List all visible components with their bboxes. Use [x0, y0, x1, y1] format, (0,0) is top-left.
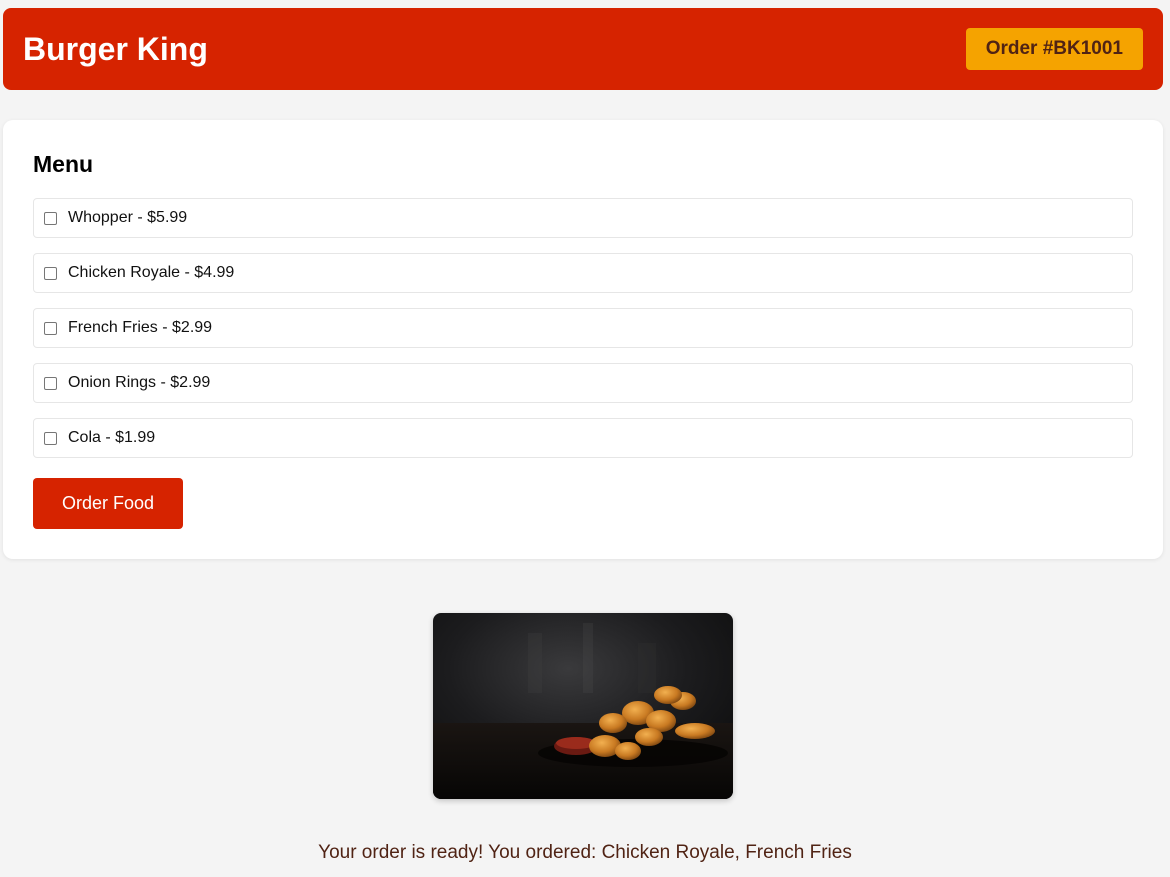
- french-fries-checkbox[interactable]: [44, 321, 57, 335]
- menu-item-whopper[interactable]: Whopper - $5.99: [33, 198, 1133, 238]
- menu-item-label: French Fries - $2.99: [68, 319, 213, 336]
- menu-item-chicken-royale[interactable]: Chicken Royale - $4.99: [33, 253, 1133, 293]
- chicken-royale-checkbox[interactable]: [44, 266, 57, 280]
- order-status-message: Your order is ready! You ordered: Chicke…: [318, 842, 852, 863]
- menu-title: Menu: [33, 151, 94, 177]
- menu-item-label: Cola - $1.99: [68, 429, 156, 446]
- menu-item-cola[interactable]: Cola - $1.99: [33, 418, 1133, 458]
- brand-title: Burger King: [23, 30, 208, 67]
- food-image: [433, 613, 733, 799]
- menu-card: Menu Whopper - $5.99 Chicken Royale - $4…: [3, 120, 1163, 559]
- menu-item-label: Onion Rings - $2.99: [68, 374, 211, 391]
- order-food-button[interactable]: Order Food: [33, 478, 183, 529]
- cola-checkbox[interactable]: [44, 431, 57, 445]
- chicken-nuggets-image: [433, 613, 733, 799]
- order-number-badge: Order #BK1001: [965, 28, 1143, 70]
- whopper-checkbox[interactable]: [44, 211, 57, 225]
- onion-rings-checkbox[interactable]: [44, 376, 57, 390]
- menu-list: Whopper - $5.99 Chicken Royale - $4.99 F…: [33, 198, 1133, 458]
- menu-item-label: Whopper - $5.99: [68, 209, 188, 226]
- menu-item-onion-rings[interactable]: Onion Rings - $2.99: [33, 363, 1133, 403]
- app-header: Burger King Order #BK1001: [3, 8, 1163, 90]
- menu-item-label: Chicken Royale - $4.99: [68, 264, 235, 281]
- menu-item-french-fries[interactable]: French Fries - $2.99: [33, 308, 1133, 348]
